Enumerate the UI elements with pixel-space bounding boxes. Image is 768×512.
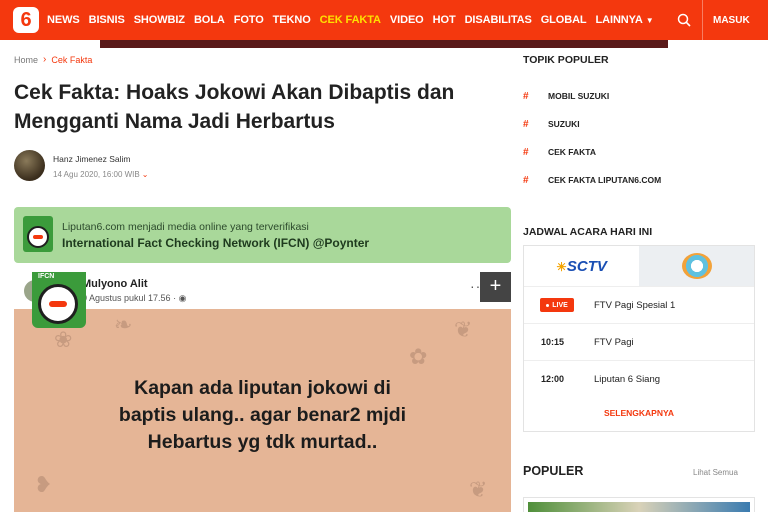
nav-item-global[interactable]: GLOBAL <box>541 14 587 26</box>
nav-item-cek-fakta[interactable]: CEK FAKTA <box>320 14 381 26</box>
chevron-down-icon: ⌄ <box>141 170 149 179</box>
breadcrumb-current[interactable]: Cek Fakta <box>51 55 92 65</box>
hashtag-icon: # <box>523 118 529 130</box>
populer-thumbnail[interactable] <box>523 497 755 512</box>
topik-list: # MOBIL SUZUKI # SUZUKI # CEK FAKTA # CEK FA… <box>523 82 753 194</box>
channel-tabs: ☀SCTV <box>524 246 754 286</box>
search-icon[interactable] <box>677 13 691 27</box>
hashtag-icon: # <box>523 174 529 186</box>
carrot-doodle-icon: ❧ <box>114 312 133 337</box>
sun-icon: ☀ <box>556 259 567 274</box>
nav-divider <box>702 0 703 40</box>
veggie-doodle-icon: ❀ <box>54 327 73 352</box>
page-title: Cek Fakta: Hoaks Jokowi Akan Dibaptis da… <box>14 81 455 133</box>
live-dot-icon <box>546 303 550 307</box>
strawberry-doodle-icon: ❦ <box>469 477 488 502</box>
ifcn-banner-link[interactable]: International Fact Checking Network (IFC… <box>62 236 369 250</box>
sctv-logo: ☀SCTV <box>556 258 607 275</box>
post-text: Kapan ada liputan jokowi di baptis ulang… <box>14 375 511 456</box>
topik-label: SUZUKI <box>548 119 580 129</box>
live-label: LIVE <box>552 301 568 309</box>
post-username: Mulyono Alit <box>82 278 148 290</box>
schedule-time: 10:15 <box>541 337 565 347</box>
nav-item-tekno[interactable]: TEKNO <box>273 14 311 26</box>
ifcn-badge-icon <box>23 216 53 252</box>
indosiar-logo <box>681 253 712 279</box>
live-badge: LIVE <box>540 298 574 312</box>
tab-sctv[interactable]: ☀SCTV <box>524 246 639 286</box>
ad-strip <box>100 40 668 48</box>
post-text-line-1: Kapan ada liputan jokowi di <box>134 377 391 399</box>
lihat-semua-link[interactable]: Lihat Semua <box>693 468 738 477</box>
hashtag-icon: # <box>523 146 529 158</box>
selengkapnya-link[interactable]: SELENGKAPNYA <box>524 408 754 418</box>
schedule-row[interactable]: 10:15 FTV Pagi <box>524 323 754 360</box>
nav-item-video[interactable]: VIDEO <box>390 14 424 26</box>
nav-item-lainnya[interactable]: LAINNYA ▼ <box>596 14 654 26</box>
author-name[interactable]: Hanz Jimenez Salim <box>53 154 130 164</box>
ifcn-banner-text: Liputan6.com menjadi media online yang t… <box>62 221 309 233</box>
login-button[interactable]: MASUK <box>713 15 750 26</box>
flower-doodle-icon: ✿ <box>409 344 428 369</box>
hashtag-icon: # <box>523 90 529 102</box>
post-header: Mulyono Alit 0 Agustus pukul 17.56 · ◉ ·… <box>14 272 511 309</box>
post-text-line-2: baptis ulang.. agar benar2 mjdi <box>118 404 407 426</box>
post-timestamp-text: 0 Agustus pukul 17.56 · <box>82 293 179 303</box>
author-avatar[interactable] <box>14 150 45 181</box>
topik-populer-heading: TOPIK POPULER <box>523 54 609 66</box>
site-logo[interactable]: 6 <box>13 7 39 33</box>
caret-down-icon: ▼ <box>645 16 654 25</box>
nav-item-lainnya-label: LAINNYA <box>595 14 643 26</box>
topik-label: CEK FAKTA LIPUTAN6.COM <box>548 175 662 185</box>
pear-doodle-icon: ❥ <box>34 472 53 497</box>
nav-item-bola[interactable]: BOLA <box>194 14 225 26</box>
schedule-time: 12:00 <box>541 374 565 384</box>
schedule-title: FTV Pagi Spesial 1 <box>594 299 676 311</box>
chevron-right-icon: › <box>43 54 47 65</box>
nav-item-showbiz[interactable]: SHOWBIZ <box>134 14 185 26</box>
jadwal-heading: JADWAL ACARA HARI INI <box>523 226 653 238</box>
topik-item[interactable]: # CEK FAKTA LIPUTAN6.COM <box>523 166 753 194</box>
expand-image-button[interactable]: + <box>480 272 511 302</box>
nav-item-foto[interactable]: FOTO <box>234 14 264 26</box>
populer-heading: POPULER <box>523 464 584 478</box>
ifcn-sticker: IFCN <box>32 272 86 328</box>
breadcrumb-home[interactable]: Home <box>14 55 38 65</box>
nav-item-disabilitas[interactable]: DISABILITAS <box>465 14 532 26</box>
schedule-row[interactable]: 12:00 Liputan 6 Siang <box>524 360 754 397</box>
nav-item-news[interactable]: NEWS <box>47 14 80 26</box>
topik-label: CEK FAKTA <box>548 147 597 157</box>
top-navbar: 6 NEWS BISNIS SHOWBIZ BOLA FOTO TEKNO CE… <box>0 0 768 40</box>
article-image[interactable]: Mulyono Alit 0 Agustus pukul 17.56 · ◉ ·… <box>14 272 511 512</box>
leaf-doodle-icon: ❦ <box>454 317 473 342</box>
ifcn-verification-banner: Liputan6.com menjadi media online yang t… <box>14 207 511 263</box>
globe-icon: ◉ <box>178 293 187 303</box>
topik-item[interactable]: # MOBIL SUZUKI <box>523 82 753 110</box>
post-text-line-3: Hebartus yg tdk murtad.. <box>147 431 378 453</box>
schedule-widget: ☀SCTV LIVE FTV Pagi Spesial 1 10:15 FTV … <box>523 245 755 432</box>
publish-date[interactable]: 14 Agu 2020, 16:00 WIB ⌄ <box>53 170 148 179</box>
nav-menu: NEWS BISNIS SHOWBIZ BOLA FOTO TEKNO CEK … <box>47 0 663 40</box>
schedule-title: FTV Pagi <box>594 336 634 348</box>
breadcrumb: Home › Cek Fakta <box>14 54 92 65</box>
ifcn-sticker-label: IFCN <box>38 273 55 280</box>
tab-indosiar[interactable] <box>639 246 754 286</box>
nav-item-bisnis[interactable]: BISNIS <box>89 14 125 26</box>
publish-date-text: 14 Agu 2020, 16:00 WIB <box>53 170 140 179</box>
topik-label: MOBIL SUZUKI <box>548 91 610 101</box>
topik-item[interactable]: # SUZUKI <box>523 110 753 138</box>
nav-item-hot[interactable]: HOT <box>433 14 456 26</box>
post-timestamp: 0 Agustus pukul 17.56 · ◉ <box>82 293 186 304</box>
schedule-row[interactable]: LIVE FTV Pagi Spesial 1 <box>524 286 754 323</box>
schedule-title: Liputan 6 Siang <box>594 373 661 385</box>
sctv-logo-text: SCTV <box>566 257 607 275</box>
topik-item[interactable]: # CEK FAKTA <box>523 138 753 166</box>
